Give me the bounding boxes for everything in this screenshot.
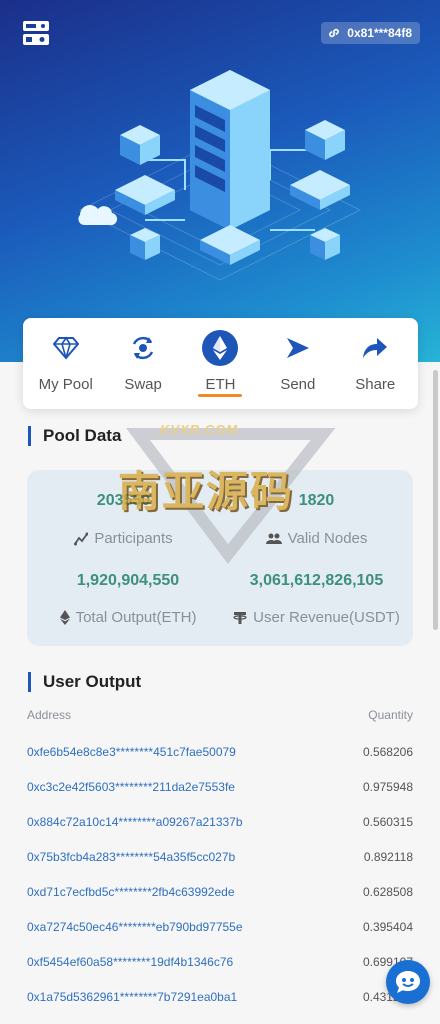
row-quantity: 0.568206 — [362, 745, 413, 759]
quantity-column-header: Quantity — [368, 708, 413, 722]
table-row: 0x75b3fcb4a283********54a35f5cc027b 0.89… — [27, 850, 413, 870]
pool-data-title: Pool Data — [28, 426, 121, 446]
ethereum-icon — [202, 330, 239, 366]
tether-icon — [233, 611, 247, 624]
users-icon — [265, 533, 282, 544]
chat-support-icon — [396, 971, 420, 993]
share-arrow-icon — [357, 330, 393, 366]
row-address[interactable]: 0x1a75d5362961********7b7291ea0ba1 — [27, 990, 237, 1004]
table-row: 0xf5454ef60a58********19df4b1346c76 0.69… — [27, 955, 413, 975]
valid-nodes-label: Valid Nodes — [287, 530, 368, 547]
row-address[interactable]: 0x884c72a10c14********a09267a21337b — [27, 815, 243, 829]
action-label: ETH — [205, 376, 236, 393]
swap-cycle-icon — [125, 330, 161, 366]
diamond-icon — [48, 330, 84, 366]
address-column-header: Address — [27, 708, 72, 722]
wallet-address-chip[interactable]: 0x81***84f8 — [321, 22, 420, 44]
user-revenue-label: User Revenue(USDT) — [253, 609, 400, 626]
user-revenue-value: 3,061,612,826,105 — [249, 572, 384, 589]
total-output-value: 1,920,904,550 — [76, 572, 180, 589]
wallet-address: 0x81***84f8 — [347, 26, 412, 40]
row-quantity: 0.560315 — [362, 815, 413, 829]
table-row: 0xfe6b54e8c8e3********451c7fae50079 0.56… — [27, 745, 413, 765]
action-share[interactable]: Share — [339, 318, 411, 393]
row-address[interactable]: 0xd71c7ecfbd5c********2fb4c63992ede — [27, 885, 235, 899]
row-address[interactable]: 0xfe6b54e8c8e3********451c7fae50079 — [27, 745, 236, 759]
row-address[interactable]: 0x75b3fcb4a283********54a35f5cc027b — [27, 850, 235, 864]
valid-nodes-value: 1820 — [298, 492, 335, 509]
action-label: Swap — [124, 376, 162, 393]
total-output-stat: Total Output(ETH) — [33, 609, 223, 626]
chat-support-button[interactable] — [386, 960, 430, 1004]
row-quantity: 0.975948 — [362, 780, 413, 794]
active-tab-indicator — [198, 394, 243, 397]
link-icon — [329, 28, 340, 38]
table-row: 0x884c72a10c14********a09267a21337b 0.56… — [27, 815, 413, 835]
table-row: 0x1a75d5362961********7b7291ea0ba1 0.431… — [27, 990, 413, 1010]
row-quantity: 0.395404 — [362, 920, 413, 934]
action-bar: My Pool Swap ETH Send Share — [23, 318, 418, 409]
action-swap[interactable]: Swap — [107, 318, 179, 393]
valid-nodes-stat: Valid Nodes — [220, 530, 413, 547]
action-label: My Pool — [38, 376, 93, 393]
participants-value: 203550 — [96, 492, 151, 509]
row-address[interactable]: 0xf5454ef60a58********19df4b1346c76 — [27, 955, 233, 969]
action-send[interactable]: Send — [262, 318, 334, 393]
pool-data-card: 203550 1820 Participants Valid Nodes 1,9… — [27, 470, 413, 646]
send-arrow-icon — [280, 330, 316, 366]
hero-banner: 0x81***84f8 — [0, 0, 440, 362]
trend-icon — [74, 532, 89, 545]
row-quantity: 0.892118 — [363, 850, 413, 864]
action-label: Share — [355, 376, 396, 393]
user-output-title: User Output — [28, 672, 141, 692]
table-row: 0xa7274c50ec46********eb790bd97755e 0.39… — [27, 920, 413, 940]
user-revenue-stat: User Revenue(USDT) — [220, 609, 413, 626]
action-eth[interactable]: ETH — [184, 318, 256, 397]
row-address[interactable]: 0xa7274c50ec46********eb790bd97755e — [27, 920, 243, 934]
watermark-site: KVXR.COM — [160, 422, 239, 437]
table-row: 0xd71c7ecfbd5c********2fb4c63992ede 0.62… — [27, 885, 413, 905]
action-my-pool[interactable]: My Pool — [30, 318, 102, 393]
server-menu-icon[interactable] — [22, 20, 50, 46]
row-quantity: 0.628508 — [362, 885, 413, 899]
ethereum-small-icon — [59, 610, 70, 625]
scrollbar-thumb[interactable] — [433, 370, 438, 630]
total-output-label: Total Output(ETH) — [75, 609, 197, 626]
participants-label: Participants — [94, 530, 173, 547]
server-network-illustration — [78, 70, 362, 281]
row-address[interactable]: 0xc3c2e42f5603********211da2e7553fe — [27, 780, 235, 794]
action-label: Send — [280, 376, 316, 393]
table-row: 0xc3c2e42f5603********211da2e7553fe 0.97… — [27, 780, 413, 800]
participants-stat: Participants — [27, 530, 220, 547]
